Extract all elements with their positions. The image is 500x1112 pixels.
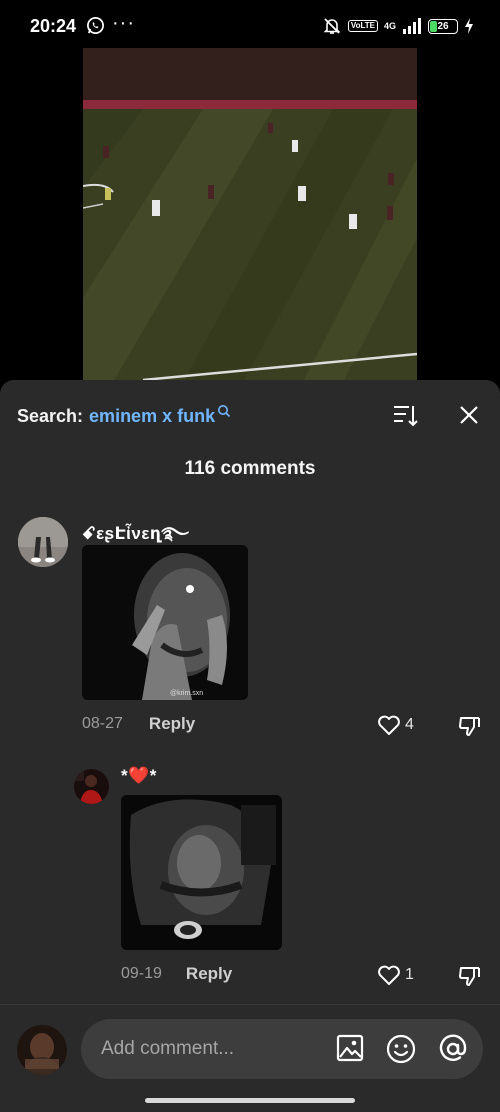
more-notifications-icon: ···	[112, 12, 135, 34]
like-button[interactable]: 4	[377, 714, 414, 736]
comment-date: 09-19	[121, 965, 162, 982]
search-label: Search:	[17, 405, 84, 426]
comment-username[interactable]: *❤️*	[121, 766, 157, 786]
comment-composer: Add comment...	[0, 1004, 500, 1112]
search-icon[interactable]	[217, 404, 231, 418]
like-count: 1	[405, 966, 414, 983]
close-icon[interactable]	[458, 404, 480, 426]
comment-image[interactable]	[121, 795, 282, 950]
like-button[interactable]: 1	[377, 964, 414, 986]
avatar[interactable]	[18, 517, 68, 567]
dislike-icon[interactable]	[458, 964, 482, 988]
emoji-icon[interactable]	[385, 1033, 417, 1065]
charging-icon	[465, 18, 473, 34]
battery-level: 26	[437, 20, 449, 32]
like-count: 4	[405, 716, 414, 733]
network-type: 4G	[383, 21, 396, 31]
whatsapp-icon	[87, 17, 104, 34]
image-icon[interactable]	[335, 1033, 365, 1063]
comment-meta: 08-27 Reply	[82, 714, 195, 734]
soccer-video-frame	[83, 48, 417, 382]
comment-date: 08-27	[82, 715, 123, 732]
muted-bell-icon	[323, 18, 341, 34]
comment-input[interactable]: Add comment...	[81, 1019, 483, 1079]
battery-icon: 26	[428, 18, 458, 34]
image-watermark: @krim.sxn	[170, 690, 203, 697]
comment-meta: 09-19 Reply	[121, 964, 232, 984]
status-time: 20:24	[30, 16, 77, 36]
comment-placeholder: Add comment...	[101, 1038, 235, 1059]
comments-sheet: Search: eminem x funk 116 comments ꗃεʂԷἶ…	[0, 380, 500, 1112]
avatar[interactable]	[74, 769, 109, 804]
heart-icon	[378, 715, 400, 735]
sort-icon[interactable]	[392, 404, 418, 428]
comments-count: 116 comments	[184, 458, 316, 479]
signal-icon	[403, 18, 421, 34]
reply-button[interactable]: Reply	[186, 964, 232, 984]
heart-icon	[378, 965, 400, 985]
user-avatar[interactable]	[17, 1025, 67, 1075]
comment-image[interactable]: @krim.sxn	[82, 545, 248, 700]
composer-actions	[335, 1033, 469, 1065]
volte-icon: Vo​LTE	[347, 20, 378, 32]
status-icons: Vo​LTE 4G 26	[322, 14, 474, 38]
video-player[interactable]	[83, 48, 417, 382]
dislike-icon[interactable]	[458, 714, 482, 738]
mention-icon[interactable]	[437, 1033, 469, 1065]
search-term-link[interactable]: eminem x funk	[89, 406, 215, 427]
reply-button[interactable]: Reply	[149, 714, 195, 734]
home-indicator[interactable]	[145, 1098, 355, 1103]
